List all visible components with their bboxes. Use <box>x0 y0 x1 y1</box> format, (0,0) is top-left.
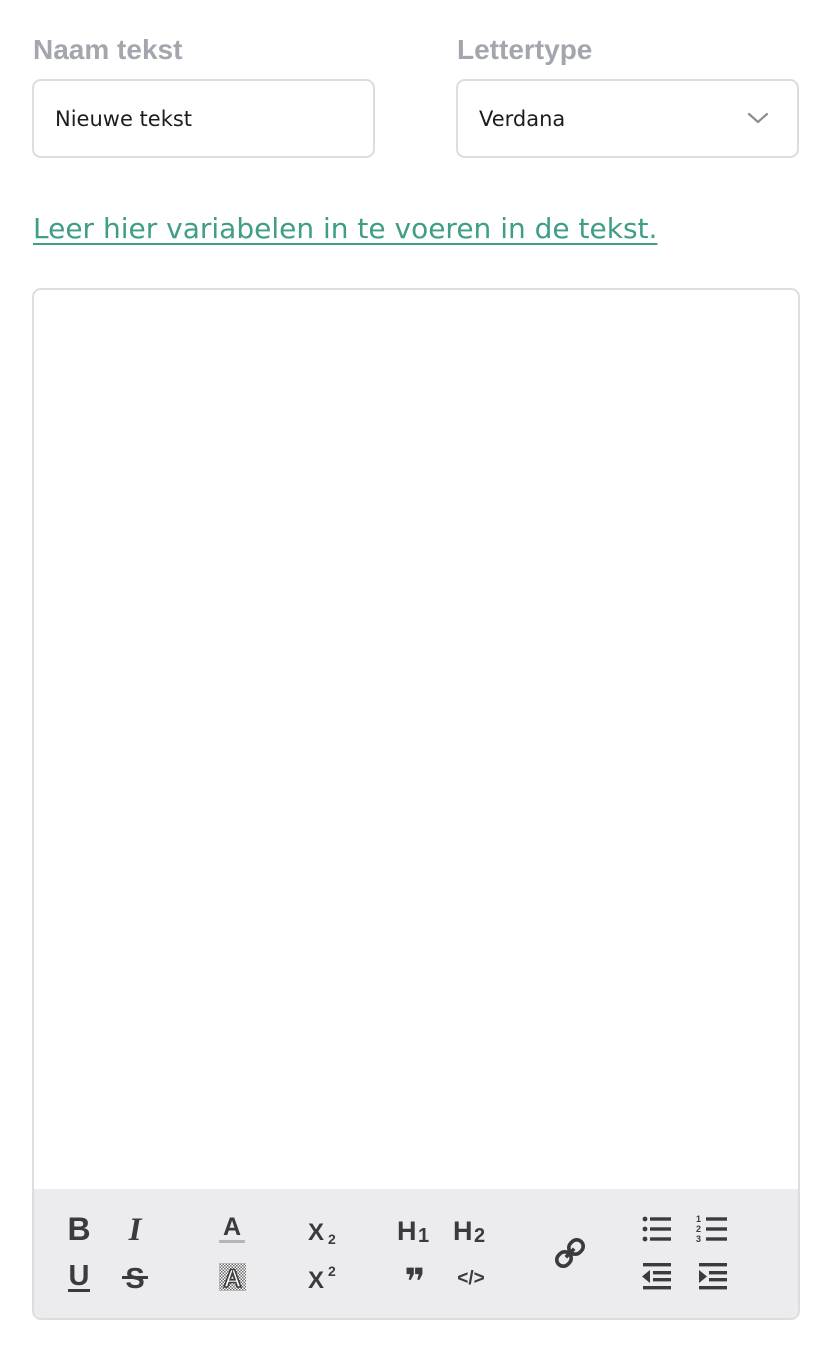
numbered-list-icon: 1 2 3 <box>696 1214 727 1244</box>
svg-text:2: 2 <box>474 1225 485 1247</box>
svg-text:H: H <box>397 1216 417 1246</box>
svg-text:1: 1 <box>418 1225 429 1247</box>
bullet-list-button[interactable] <box>634 1209 678 1249</box>
svg-text:1: 1 <box>696 1214 701 1224</box>
svg-text:2: 2 <box>328 1231 336 1247</box>
code-button[interactable]: </> <box>449 1256 493 1296</box>
font-color-button[interactable]: A <box>210 1209 254 1249</box>
svg-text:A: A <box>223 1265 241 1293</box>
link-button[interactable] <box>548 1233 592 1273</box>
outdent-button[interactable] <box>634 1256 678 1296</box>
svg-text:U: U <box>69 1260 90 1292</box>
name-input[interactable]: Nieuwe tekst <box>32 79 375 158</box>
indent-button[interactable] <box>690 1256 734 1296</box>
outdent-icon <box>642 1263 671 1290</box>
svg-text:B: B <box>67 1211 90 1247</box>
svg-text:A: A <box>223 1213 241 1241</box>
blockquote-button[interactable]: ❞ <box>393 1256 437 1296</box>
font-select[interactable]: Verdana <box>456 79 799 158</box>
editor-toolbar: B I A X 2 H 1 H 2 1 2 3 U A X 2 ❞ </> <box>34 1189 798 1318</box>
underline-button[interactable]: U <box>57 1256 101 1296</box>
underline-icon: U <box>68 1260 90 1292</box>
name-input-value: Nieuwe tekst <box>55 106 193 131</box>
bullet-list-icon <box>642 1216 671 1242</box>
bold-button[interactable]: B <box>57 1209 101 1249</box>
highlight-button[interactable]: A <box>210 1256 254 1296</box>
svg-text:I: I <box>128 1212 143 1248</box>
heading1-icon: H 1 <box>397 1216 429 1247</box>
italic-button[interactable]: I <box>113 1209 157 1249</box>
superscript-icon: X 2 <box>308 1263 336 1294</box>
heading2-button[interactable]: H 2 <box>449 1209 493 1249</box>
subscript-icon: X 2 <box>308 1219 336 1247</box>
svg-text:2: 2 <box>328 1263 336 1279</box>
subscript-button[interactable]: X 2 <box>302 1209 346 1249</box>
svg-text:3: 3 <box>696 1234 701 1244</box>
bold-icon: B <box>67 1211 90 1247</box>
font-select-value: Verdana <box>479 106 566 131</box>
superscript-button[interactable]: X 2 <box>302 1256 346 1296</box>
heading2-icon: H 2 <box>453 1216 485 1247</box>
svg-text:❞: ❞ <box>404 1262 425 1296</box>
name-label: Naam tekst <box>33 34 183 65</box>
svg-text:X: X <box>308 1219 324 1246</box>
indent-icon <box>699 1263 727 1290</box>
rich-text-editor: B I A X 2 H 1 H 2 1 2 3 U A X 2 ❞ </> <box>32 288 800 1320</box>
editor-content-area[interactable] <box>34 290 798 1190</box>
svg-text:H: H <box>453 1216 473 1246</box>
link-icon <box>554 1237 586 1269</box>
variables-help-link[interactable]: Leer hier variabelen in te voeren in de … <box>33 212 657 245</box>
chevron-down-icon <box>747 112 769 124</box>
code-icon: </> <box>457 1268 484 1289</box>
blockquote-icon: ❞ <box>404 1262 425 1296</box>
svg-text:X: X <box>308 1267 324 1294</box>
strikethrough-button[interactable]: S <box>113 1256 157 1296</box>
numbered-list-button[interactable]: 1 2 3 <box>690 1209 734 1249</box>
italic-icon: I <box>128 1212 143 1248</box>
heading1-button[interactable]: H 1 <box>393 1209 437 1249</box>
svg-text:</>: </> <box>457 1268 484 1289</box>
font-color-icon: A <box>219 1213 245 1243</box>
strikethrough-icon: S <box>122 1263 148 1295</box>
font-label: Lettertype <box>457 34 593 65</box>
svg-text:2: 2 <box>696 1224 701 1234</box>
highlight-icon: A <box>219 1263 246 1294</box>
